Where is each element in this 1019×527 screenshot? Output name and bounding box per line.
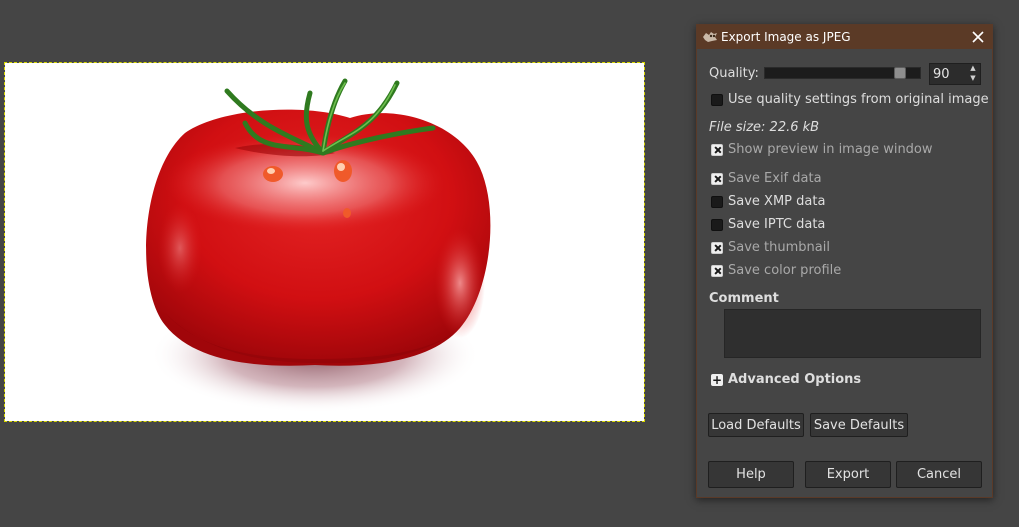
save-thumbnail-label: Save thumbnail xyxy=(728,240,830,255)
export-jpeg-dialog: Export Image as JPEG Quality: ▲ ▼ Use qu… xyxy=(696,24,993,498)
save-xmp-checkbox[interactable] xyxy=(711,196,723,208)
dialog-titlebar[interactable]: Export Image as JPEG xyxy=(697,25,992,49)
gimp-wilber-icon xyxy=(703,32,717,42)
save-defaults-button[interactable]: Save Defaults xyxy=(810,413,908,437)
tomato-image xyxy=(146,78,491,413)
image-canvas[interactable] xyxy=(4,62,645,422)
comment-textarea[interactable] xyxy=(724,309,981,358)
advanced-options-expander[interactable]: Advanced Options xyxy=(728,372,861,387)
file-size-label: File size: 22.6 kB xyxy=(709,120,820,135)
use-original-quality-label: Use quality settings from original image xyxy=(728,92,989,107)
spin-up-icon[interactable]: ▲ xyxy=(967,64,979,73)
quality-spinbutton: ▲ ▼ xyxy=(929,63,981,85)
save-exif-checkbox[interactable] xyxy=(711,173,723,185)
show-preview-label: Show preview in image window xyxy=(728,142,933,157)
load-defaults-button[interactable]: Load Defaults xyxy=(708,413,804,437)
save-color-profile-checkbox[interactable] xyxy=(711,265,723,277)
expand-plus-icon[interactable]: + xyxy=(711,374,723,386)
show-preview-checkbox[interactable] xyxy=(711,144,723,156)
quality-slider-handle[interactable] xyxy=(894,67,906,79)
save-color-profile-label: Save color profile xyxy=(728,263,842,278)
spin-down-icon[interactable]: ▼ xyxy=(967,74,979,83)
use-original-quality-checkbox[interactable] xyxy=(711,94,723,106)
save-exif-label: Save Exif data xyxy=(728,171,822,186)
save-xmp-label: Save XMP data xyxy=(728,194,826,209)
close-icon[interactable] xyxy=(970,29,986,45)
quality-label: Quality: xyxy=(709,66,759,81)
export-button[interactable]: Export xyxy=(805,461,891,488)
quality-slider[interactable] xyxy=(764,67,921,79)
save-iptc-checkbox[interactable] xyxy=(711,219,723,231)
image-workspace: Export Image as JPEG Quality: ▲ ▼ Use qu… xyxy=(0,0,1019,527)
comment-label: Comment xyxy=(709,291,779,306)
save-iptc-label: Save IPTC data xyxy=(728,217,826,232)
dialog-title: Export Image as JPEG xyxy=(721,30,851,44)
help-button[interactable]: Help xyxy=(708,461,794,488)
quality-input[interactable] xyxy=(930,64,967,84)
save-thumbnail-checkbox[interactable] xyxy=(711,242,723,254)
cancel-button[interactable]: Cancel xyxy=(896,461,982,488)
